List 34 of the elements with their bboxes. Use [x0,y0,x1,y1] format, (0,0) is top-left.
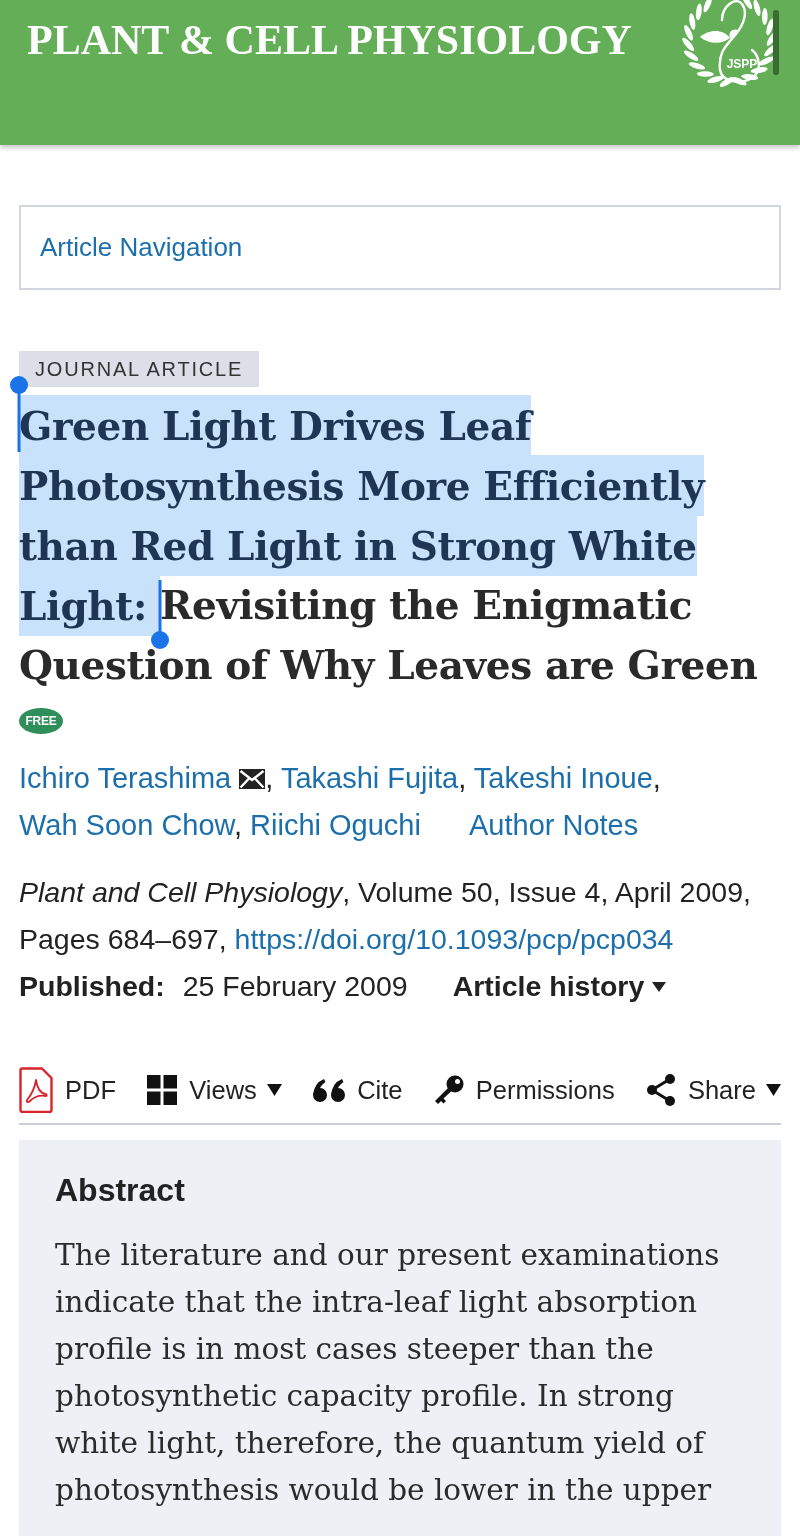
abstract-heading: Abstract [55,1171,186,1210]
article-type-tag: JOURNAL ARTICLE [19,351,260,387]
grid-icon [147,1075,178,1105]
author-notes-link[interactable]: Author Notes [468,809,639,841]
free-access-badge: FREE [19,708,63,734]
author-separator: , [652,762,661,794]
author-separator: , [265,762,274,794]
published-date: 25 February 2009 [182,969,408,1005]
author-link[interactable]: Riichi Oguchi [250,809,421,841]
published-label: Published: [19,969,165,1005]
pdf-file-icon [19,1067,53,1113]
article-history-toggle[interactable]: Article history [452,965,667,1008]
article-navigation-toggle[interactable]: Article Navigation [19,205,781,290]
caret-down-icon [652,981,667,992]
views-button[interactable]: Views [147,1070,282,1110]
permissions-button[interactable]: Permissions [433,1070,615,1110]
citation-text: Plant and Cell Physiology, Volume 50, Issue 4, April 2009, Pages 684–697, https://doi.org/10.1093/pcp/pcp034 [19,875,752,957]
author-link[interactable]: Wah Soon Chow [19,809,234,841]
doi-link[interactable]: https://doi.org/10.1093/pcp/pcp034 [234,923,674,955]
scrollbar-thumb [773,10,779,75]
author-link[interactable]: Takashi Fujita [280,762,459,794]
author-link[interactable]: Takeshi Inoue [473,762,653,794]
abstract-text: The literature and our present examinations indicate that the intra-leaf light absorption profile is in most cases steeper than the photosynthetic capacity profile. In strong white light, therefore, the quantum yield of photosynthesis would be lower in the upper [55,1237,721,1509]
cite-button[interactable]: Cite [313,1070,403,1110]
share-button[interactable]: Share [645,1070,781,1110]
key-icon [433,1075,464,1105]
author-separator: , [458,762,467,794]
quote-icon [313,1078,346,1102]
envelope-icon[interactable] [239,769,266,789]
journal-title[interactable]: PLANT & CELL PHYSIOLOGY [27,19,632,61]
logo-text: JSPP [726,57,758,71]
share-icon [645,1074,676,1106]
author-link[interactable]: Ichiro Terashima [19,762,232,794]
pdf-button[interactable]: PDF [19,1067,116,1113]
